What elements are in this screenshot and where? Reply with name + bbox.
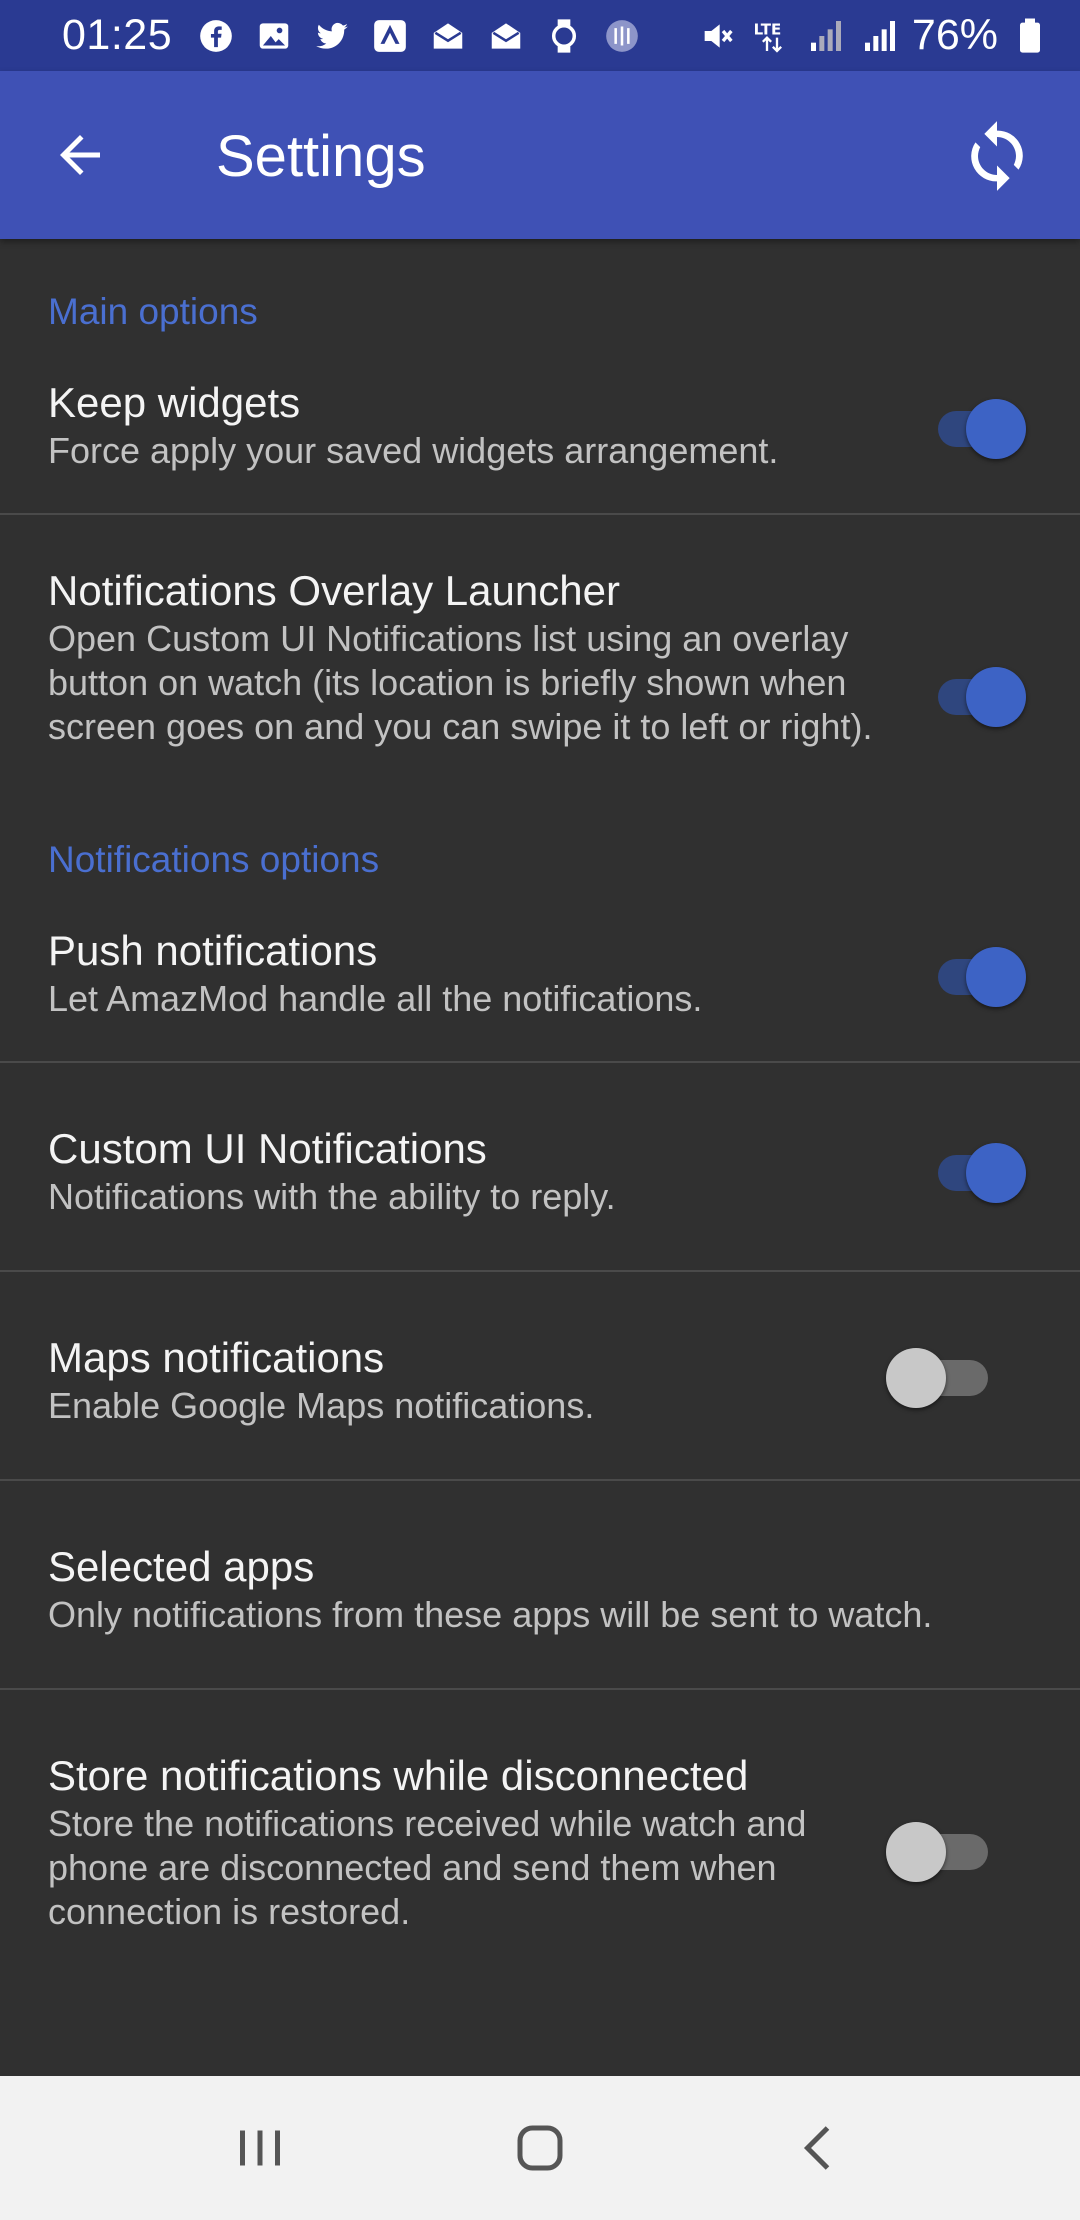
section-header-main-options: Main options [48, 291, 258, 332]
gallery-icon [252, 14, 296, 58]
maps-notifications-switch[interactable] [886, 1344, 1000, 1408]
section-header-notifications-options: Notifications options [48, 839, 380, 880]
lte-icon: LTE [750, 14, 794, 58]
pref-selected-apps[interactable]: Selected apps Only notifications from th… [0, 1481, 1080, 1688]
pref-store-notifications[interactable]: Store notifications while disconnected S… [0, 1690, 1080, 1950]
custom-ui-notifications-switch[interactable] [924, 1139, 1026, 1203]
switch-thumb [966, 399, 1026, 459]
pref-keep-widgets[interactable]: Keep widgets Force apply your saved widg… [0, 333, 1080, 513]
page-title: Settings [216, 124, 426, 189]
store-icon [368, 14, 412, 58]
pref-summary: Store the notifications received while w… [48, 1803, 807, 1932]
battery-percentage: 76% [911, 11, 998, 59]
signal-icon [858, 14, 902, 58]
pref-maps-notifications[interactable]: Maps notifications Enable Google Maps no… [0, 1272, 1080, 1479]
pref-summary: Open Custom UI Notifications list using … [48, 618, 873, 747]
status-time: 01:25 [62, 11, 173, 59]
pref-title: Store notifications while disconnected [48, 1752, 749, 1799]
back-icon [803, 2126, 830, 2170]
watch-icon [542, 14, 586, 58]
notification-icons [194, 14, 644, 58]
pref-notifications-overlay-launcher[interactable]: Notifications Overlay Launcher Open Cust… [0, 515, 1080, 827]
nav-back-button[interactable] [760, 2098, 880, 2198]
switch-thumb [966, 667, 1026, 727]
system-icons: LTE 76% [696, 11, 1052, 60]
store-notifications-switch[interactable] [886, 1818, 1000, 1882]
facebook-icon [194, 14, 238, 58]
pref-title: Selected apps [48, 1543, 315, 1590]
mail-icon [484, 14, 528, 58]
app-icon [600, 14, 644, 58]
pref-summary: Only notifications from these apps will … [48, 1594, 933, 1635]
pref-summary: Enable Google Maps notifications. [48, 1385, 595, 1426]
pref-title: Maps notifications [48, 1334, 385, 1381]
system-nav-bar [0, 2076, 1080, 2220]
home-icon [517, 2125, 563, 2171]
pref-title: Push notifications [48, 927, 378, 974]
pref-custom-ui-notifications[interactable]: Custom UI Notifications Notifications wi… [0, 1063, 1080, 1270]
svg-text:LTE: LTE [754, 20, 782, 38]
status-bar: 01:25 LTE 76% [0, 0, 1080, 71]
app-bar: Settings [0, 71, 1080, 239]
pref-title: Keep widgets [48, 379, 301, 426]
switch-thumb [886, 1822, 946, 1882]
mute-icon [696, 14, 740, 58]
recents-button[interactable] [200, 2098, 320, 2198]
switch-thumb [886, 1348, 946, 1408]
switch-thumb [966, 1143, 1026, 1203]
arrow-left-icon [60, 135, 100, 175]
sync-icon [971, 121, 1023, 191]
pref-summary: Notifications with the ability to reply. [48, 1176, 616, 1217]
home-button[interactable] [480, 2098, 600, 2198]
signal-icon [804, 14, 848, 58]
back-button[interactable] [40, 115, 120, 195]
notifications-overlay-launcher-switch[interactable] [924, 663, 1026, 727]
mail-icon [426, 14, 470, 58]
push-notifications-switch[interactable] [924, 943, 1026, 1007]
settings-list: Main options Keep widgets Force apply yo… [0, 239, 1080, 2076]
keep-widgets-switch[interactable] [924, 395, 1026, 459]
pref-summary: Force apply your saved widgets arrangeme… [48, 430, 779, 471]
twitter-icon [310, 14, 354, 58]
pref-push-notifications[interactable]: Push notifications Let AmazMod handle al… [0, 881, 1080, 1061]
battery-icon [1008, 14, 1052, 58]
switch-thumb [966, 947, 1026, 1007]
sync-button[interactable] [952, 111, 1042, 201]
pref-title: Custom UI Notifications [48, 1125, 487, 1172]
recents-icon [240, 2130, 280, 2166]
pref-title: Notifications Overlay Launcher [48, 567, 620, 614]
pref-summary: Let AmazMod handle all the notifications… [48, 978, 703, 1019]
